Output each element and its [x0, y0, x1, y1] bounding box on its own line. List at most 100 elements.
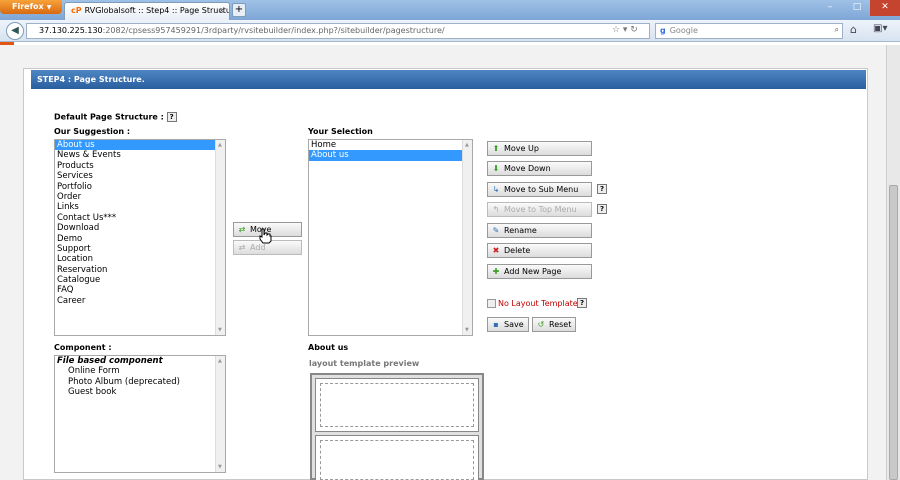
selection-list-item[interactable]: About us — [309, 150, 472, 161]
suggestion-list-item[interactable]: FAQ — [55, 285, 225, 295]
suggestion-list-item[interactable]: Links — [55, 202, 225, 212]
move-icon: ⇄ — [238, 225, 246, 234]
suggestion-list-item[interactable]: Support — [55, 244, 225, 254]
hand-cursor-icon — [259, 228, 272, 244]
move-down-label: Move Down — [504, 164, 551, 173]
default-structure-label: Default Page Structure : — [54, 112, 164, 122]
add-label: Add — [250, 243, 266, 252]
suggestion-list-item[interactable]: Order — [55, 192, 225, 202]
firefox-menu-button[interactable]: Firefox ▼ — [0, 0, 62, 14]
cpanel-favicon-icon: cP — [71, 6, 82, 15]
maximize-window-icon[interactable]: □ — [845, 0, 869, 16]
layout-template-preview — [310, 373, 484, 480]
reset-button[interactable]: ↺ Reset — [532, 317, 576, 332]
delete-button[interactable]: ✖ Delete — [487, 243, 592, 258]
preview-header-block — [315, 378, 479, 432]
suggestion-listbox[interactable]: About us News & Events Products Services Por… — [54, 139, 226, 336]
scroll-down-icon[interactable]: ▼ — [465, 327, 469, 333]
scroll-down-icon[interactable]: ▼ — [218, 464, 222, 470]
suggestion-list-item[interactable]: Career — [55, 296, 225, 306]
url-host: 37.130.225.130 — [39, 26, 103, 35]
move-down-button[interactable]: ⬇ Move Down — [487, 161, 592, 176]
listbox-scrollbar[interactable]: ▲ ▼ — [215, 356, 225, 472]
selection-listbox[interactable]: Home About us ▲ ▼ — [308, 139, 473, 336]
listbox-scrollbar[interactable]: ▲ ▼ — [462, 140, 472, 335]
arrow-up-icon: ⬆ — [492, 144, 500, 153]
add-new-page-label: Add New Page — [504, 267, 562, 276]
browser-tab-bar: Firefox ▼ cP RVGlobalsoft :: Step4 :: Page… — [0, 0, 900, 20]
suggestion-list-item[interactable]: Contact Us*** — [55, 213, 225, 223]
preview-header-placeholder — [320, 383, 474, 427]
minimize-window-icon[interactable]: – — [818, 0, 842, 16]
component-group-label: File based component — [57, 356, 163, 366]
add-page-icon: ✚ — [492, 267, 500, 276]
help-icon[interactable]: ? — [166, 112, 177, 122]
suggestion-list-item[interactable]: Demo — [55, 234, 225, 244]
reset-label: Reset — [549, 320, 572, 329]
help-icon[interactable]: ? — [577, 298, 587, 308]
url-bar[interactable]: 37.130.225.130:2082/cpsess957459291/3rdp… — [26, 23, 650, 39]
no-layout-template-checkbox[interactable] — [487, 299, 496, 308]
browser-tab-active[interactable]: cP RVGlobalsoft :: Step4 :: Page Structur… — [64, 2, 230, 20]
listbox-scrollbar[interactable]: ▲ ▼ — [215, 140, 225, 335]
component-listbox[interactable]: File based component Online Form Photo Al… — [54, 355, 226, 473]
bookmark-star-icon[interactable]: ☆ ▾ ↻ — [612, 25, 638, 35]
preview-body-block — [315, 435, 479, 480]
scrollbar-thumb[interactable] — [889, 185, 898, 480]
home-icon[interactable]: ⌂ — [850, 23, 857, 36]
no-layout-template-label[interactable]: No Layout Template — [498, 299, 578, 308]
suggestion-list-item[interactable]: Reservation — [55, 265, 225, 275]
scroll-down-icon[interactable]: ▼ — [218, 327, 222, 333]
search-icon[interactable]: ⌕ — [835, 25, 839, 35]
suggestion-list-item[interactable]: Services — [55, 171, 225, 181]
scroll-up-icon[interactable]: ▲ — [218, 358, 222, 364]
close-window-icon[interactable]: ✕ — [870, 0, 900, 16]
tab-title: RVGlobalsoft :: Step4 :: Page Structure — [84, 6, 230, 15]
firefox-menu-label: Firefox — [12, 2, 44, 11]
suggestion-list-item[interactable]: Download — [55, 223, 225, 233]
scroll-up-icon[interactable]: ▲ — [465, 142, 469, 148]
help-icon[interactable]: ? — [597, 204, 607, 214]
move-to-sub-menu-button[interactable]: ↳ Move to Sub Menu — [487, 182, 592, 197]
new-tab-button[interactable]: + — [232, 3, 246, 17]
preview-body-placeholder — [320, 440, 474, 480]
move-up-button[interactable]: ⬆ Move Up — [487, 141, 592, 156]
component-list-item[interactable]: Online Form — [55, 366, 225, 376]
google-logo-icon: g — [660, 26, 666, 35]
selection-label: Your Selection — [308, 127, 373, 136]
rename-label: Rename — [504, 226, 537, 235]
save-button[interactable]: ▪ Save — [487, 317, 529, 332]
component-list-item[interactable]: Guest book — [55, 387, 225, 397]
top-menu-icon: ↰ — [492, 205, 500, 214]
suggestion-list-item[interactable]: Location — [55, 254, 225, 264]
page-scrollbar[interactable] — [886, 45, 900, 480]
rename-button[interactable]: ✎ Rename — [487, 223, 592, 238]
arrow-down-icon: ⬇ — [492, 164, 500, 173]
suggestion-list-item[interactable]: News & Events — [55, 150, 225, 160]
suggestion-list-item[interactable]: Portfolio — [55, 182, 225, 192]
delete-label: Delete — [504, 246, 531, 255]
preview-label: layout template preview — [309, 359, 420, 368]
scroll-up-icon[interactable]: ▲ — [218, 142, 222, 148]
suggestion-list-item[interactable]: About us — [55, 140, 225, 151]
move-to-sub-label: Move to Sub Menu — [504, 185, 579, 194]
save-label: Save — [504, 320, 524, 329]
component-list-item[interactable]: Photo Album (deprecated) — [55, 377, 225, 387]
selection-list-item[interactable]: Home — [309, 140, 472, 150]
help-icon[interactable]: ? — [597, 184, 607, 194]
back-arrow-icon[interactable]: ◀ — [6, 22, 24, 40]
add-new-page-button[interactable]: ✚ Add New Page — [487, 264, 592, 279]
sub-menu-icon: ↳ — [492, 185, 500, 194]
suggestion-list-item[interactable]: Products — [55, 161, 225, 171]
suggestion-list-item[interactable]: Catalogue — [55, 275, 225, 285]
reset-icon: ↺ — [537, 320, 545, 329]
move-to-top-menu-button[interactable]: ↰ Move to Top Menu — [487, 202, 592, 217]
search-input[interactable]: g Google ⌕ — [655, 23, 843, 39]
chevron-down-icon: ▼ — [46, 4, 52, 11]
browser-nav-bar: ◀ 37.130.225.130:2082/cpsess957459291/3r… — [0, 20, 900, 42]
close-tab-icon[interactable]: × — [218, 6, 225, 15]
default-structure-heading: Default Page Structure : ? — [54, 112, 177, 122]
delete-icon: ✖ — [492, 246, 500, 255]
tools-menu-icon[interactable]: ▣▾ — [873, 23, 887, 34]
url-path: :2082/cpsess957459291/3rdparty/rvsitebui… — [102, 26, 445, 35]
